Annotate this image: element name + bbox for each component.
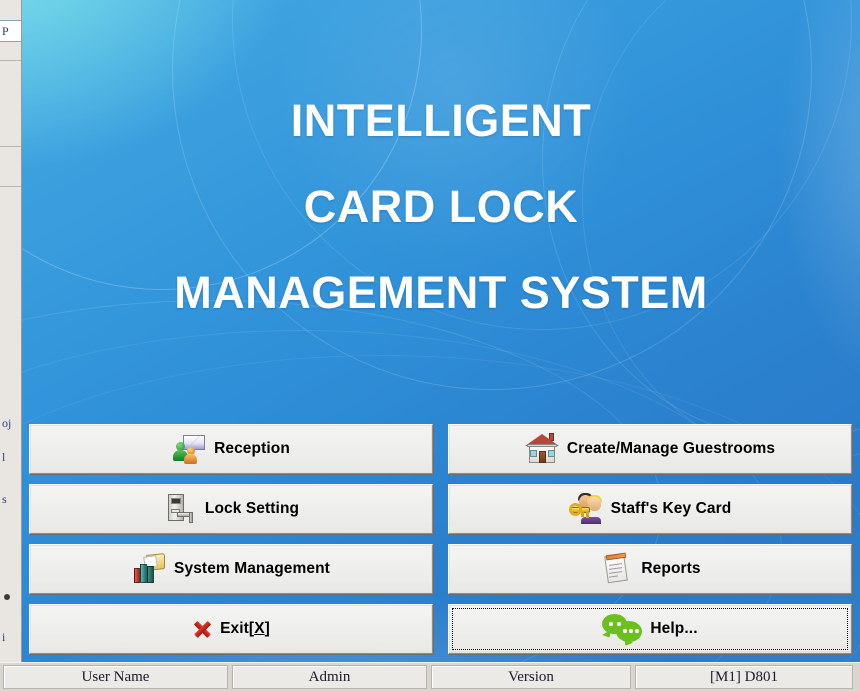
splash-panel: INTELLIGENT CARD LOCK MANAGEMENT SYSTEM … bbox=[22, 0, 860, 662]
decorative-arc bbox=[172, 0, 812, 390]
red-x-icon bbox=[192, 619, 212, 639]
bg-text-fragment-3: s bbox=[2, 492, 7, 506]
bg-divider bbox=[0, 60, 21, 61]
reports-button[interactable]: Reports bbox=[448, 544, 852, 594]
app-title-line-2: CARD LOCK bbox=[303, 181, 579, 232]
exit-label-accelerator: X bbox=[254, 620, 265, 637]
key-staff-icon bbox=[568, 493, 603, 525]
status-cell-version-value: [M1] D801 bbox=[635, 665, 853, 689]
reception-button-label: Reception bbox=[214, 440, 290, 457]
bg-text-fragment-0: P bbox=[2, 24, 9, 38]
application-root: P oj l s i INTELLIGENT CARD LOCK MANAGEM… bbox=[0, 0, 860, 691]
background-window-sliver[interactable]: P oj l s i bbox=[0, 0, 22, 691]
app-title-line-1: INTELLIGENT bbox=[290, 95, 592, 146]
door-lock-icon bbox=[163, 493, 197, 525]
main-menu-grid: Reception Create/Manage Guestrooms Lock … bbox=[22, 424, 860, 654]
decorative-arc bbox=[22, 0, 422, 290]
status-bar: User Name Admin Version [M1] D801 bbox=[0, 662, 860, 691]
books-folder-icon bbox=[132, 553, 166, 585]
bg-text-fragment-2: l bbox=[2, 450, 6, 464]
bg-text-fragment-4: i bbox=[2, 630, 6, 644]
exit-label-pre: Exit[ bbox=[220, 620, 255, 637]
house-icon bbox=[524, 433, 559, 465]
system-management-button[interactable]: System Management bbox=[29, 544, 433, 594]
status-cell-user-name-label: User Name bbox=[3, 665, 228, 689]
staffs-key-card-button[interactable]: Staff's Key Card bbox=[448, 484, 852, 534]
decorative-arc bbox=[582, 0, 860, 460]
reception-button[interactable]: Reception bbox=[29, 424, 433, 474]
bg-divider bbox=[0, 186, 21, 187]
lock-setting-button[interactable]: Lock Setting bbox=[29, 484, 433, 534]
reports-button-label: Reports bbox=[641, 560, 701, 577]
reception-people-icon bbox=[172, 433, 206, 465]
bg-bullet-icon bbox=[4, 594, 10, 600]
create-manage-guestrooms-button[interactable]: Create/Manage Guestrooms bbox=[448, 424, 852, 474]
exit-button-label: Exit[X] bbox=[220, 620, 270, 638]
notepad-icon bbox=[599, 552, 633, 585]
bg-divider bbox=[0, 146, 21, 147]
app-title-block: INTELLIGENT CARD LOCK MANAGEMENT SYSTEM bbox=[22, 78, 860, 336]
lock-setting-button-label: Lock Setting bbox=[204, 500, 300, 517]
decorative-arc bbox=[542, 0, 860, 440]
app-title-line-3: MANAGEMENT SYSTEM bbox=[174, 267, 708, 318]
bg-text-fragment-1: oj bbox=[2, 416, 12, 430]
green-chat-bubbles-icon bbox=[602, 614, 643, 649]
decorative-arc bbox=[232, 0, 852, 330]
staffs-key-card-button-label: Staff's Key Card bbox=[610, 500, 732, 517]
help-button[interactable]: Help... bbox=[448, 604, 852, 654]
status-cell-version-label: Version bbox=[431, 665, 631, 689]
exit-button[interactable]: Exit[X] bbox=[29, 604, 433, 654]
help-button-label: Help... bbox=[650, 620, 698, 637]
exit-label-post: ] bbox=[264, 620, 270, 637]
create-manage-guestrooms-button-label: Create/Manage Guestrooms bbox=[566, 440, 776, 457]
status-cell-user-name-value: Admin bbox=[232, 665, 427, 689]
system-management-button-label: System Management bbox=[174, 560, 330, 577]
